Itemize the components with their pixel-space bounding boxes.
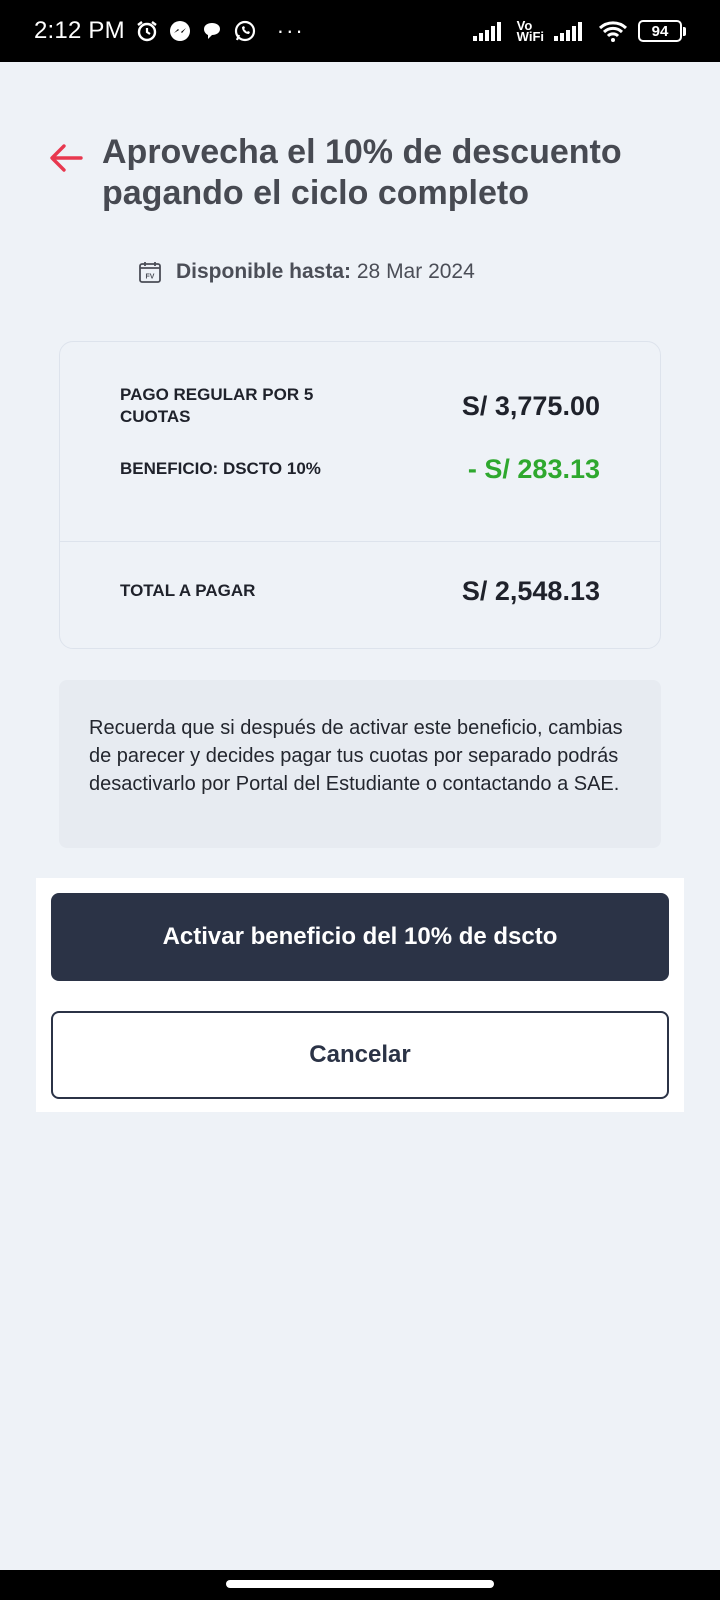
chat-bubble-icon [201,20,223,42]
vowifi-indicator: Vo WiFi [516,19,544,44]
wifi-icon [598,20,628,42]
benefit-row: BENEFICIO: DSCTO 10% - S/ 283.13 [120,454,600,484]
arrow-left-icon [50,144,83,172]
battery-level: 94 [638,20,682,42]
activate-benefit-button[interactable]: Activar beneficio del 10% de dscto [51,893,669,981]
whatsapp-icon [233,19,257,43]
back-button[interactable] [48,140,84,176]
total-value: S/ 2,548.13 [461,575,600,606]
page-title: Aprovecha el 10% de descuento pagando el… [102,133,622,212]
availability-info: FV Disponible hasta: 28 Mar 2024 [138,260,475,284]
vowifi-wifi: WiFi [516,29,544,44]
regular-payment-row: PAGO REGULAR POR 5 CUOTAS S/ 3,775.00 [120,384,600,428]
status-right: Vo WiFi 94 [472,19,686,44]
more-notifications-icon: ··· [276,18,305,43]
payment-summary-card: PAGO REGULAR POR 5 CUOTAS S/ 3,775.00 BE… [59,341,661,649]
info-note: Recuerda que si después de activar este … [59,680,661,848]
signal-icon [472,21,507,41]
home-indicator[interactable] [226,1580,494,1588]
status-left: 2:12 PM ··· [34,17,305,45]
regular-payment-value: S/ 3,775.00 [461,390,600,421]
calendar-icon: FV [139,262,161,283]
alarm-icon [135,19,159,43]
calendar-icon-text: FV [146,274,155,281]
status-time: 2:12 PM [34,17,125,44]
benefit-value: - S/ 283.13 [467,453,600,484]
total-row: TOTAL A PAGAR S/ 2,548.13 [120,574,600,608]
total-label: TOTAL A PAGAR [120,581,256,600]
available-label: Disponible hasta: [176,260,352,283]
battery-icon: 94 [638,20,686,42]
messenger-icon [169,20,191,42]
regular-payment-label: PAGO REGULAR POR 5 CUOTAS [120,385,314,426]
benefit-label: BENEFICIO: DSCTO 10% [120,459,321,478]
summary-divider [60,541,660,542]
available-date: 28 Mar 2024 [356,260,475,283]
signal-2-icon [554,21,588,41]
actions-panel: Activar beneficio del 10% de dscto Cance… [36,878,684,1112]
status-bar: 2:12 PM ··· Vo WiFi 94 [0,0,720,62]
cancel-button[interactable]: Cancelar [51,1011,669,1099]
battery-tip [683,26,686,36]
